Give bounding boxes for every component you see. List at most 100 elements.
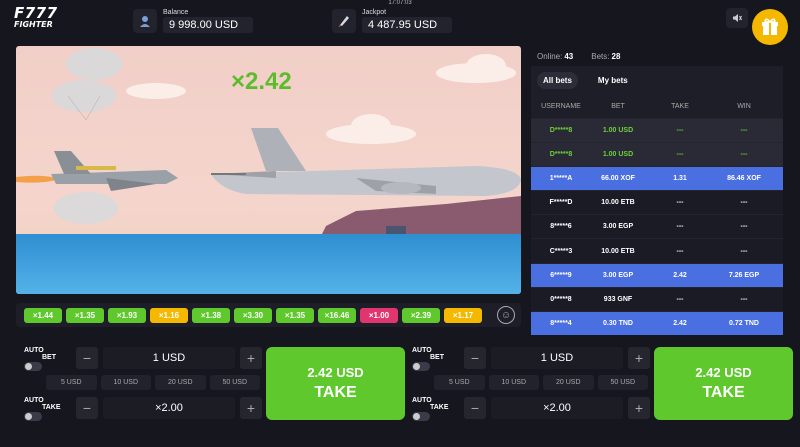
auto-take-toggle[interactable] <box>24 412 42 421</box>
quick-bet-button[interactable]: 20 USD <box>155 375 206 390</box>
cell-take: --- <box>676 247 684 255</box>
cell-user: 8*****4 <box>550 319 572 327</box>
cell-bet: 66.00 XOF <box>601 175 635 183</box>
history-chip: ×1.17 <box>444 307 482 323</box>
online-stat: Online: 43 <box>537 51 574 61</box>
table-row: C*****3 10.00 ETB --- --- <box>531 238 783 263</box>
bets-table-body: D*****8 1.00 USD --- --- D*****8 1.00 USD --- -… <box>531 118 783 335</box>
game-logo: F777 FIGHTER <box>14 4 58 30</box>
table-row: 0*****8 933 GNF --- --- <box>531 286 783 311</box>
take-button[interactable]: 2.42 USD TAKE <box>266 347 405 420</box>
quick-bet-button[interactable]: 10 USD <box>488 375 539 390</box>
bet-panel-1: AUTO BET − 1 USD + 5 USD 10 USD 20 USD 50 U… <box>22 338 405 428</box>
auto-take-toggle[interactable] <box>412 412 430 421</box>
bet-amount-stepper: − 1 USD + <box>76 347 262 369</box>
table-row: 6*****9 3.00 EGP 2.42 7.26 EGP <box>531 262 783 287</box>
take-minus-button[interactable]: − <box>464 397 486 419</box>
bets-tabs: All bets My bets <box>531 66 783 94</box>
jackpot-value: 4 487.95 USD <box>362 17 452 33</box>
bet-amount-field[interactable]: 1 USD <box>491 347 623 369</box>
take-multiplier-field[interactable]: ×2.00 <box>491 397 623 419</box>
sound-icon[interactable] <box>726 8 748 28</box>
auto-bet-toggle[interactable] <box>24 362 42 371</box>
quick-bet-button[interactable]: 10 USD <box>100 375 151 390</box>
cell-win: --- <box>740 247 748 255</box>
table-row: 1*****A 66.00 XOF 1.31 86.46 XOF <box>531 166 783 191</box>
auto-take-label: AUTO <box>24 397 44 404</box>
bet-plus-button[interactable]: + <box>240 347 262 369</box>
quick-bet-row: 5 USD 10 USD 20 USD 50 USD <box>46 375 260 390</box>
cell-bet: 10.00 ETB <box>601 199 635 207</box>
bet-plus-button[interactable]: + <box>628 347 650 369</box>
cell-win: --- <box>740 223 748 231</box>
table-row: D*****8 1.00 USD --- --- <box>531 118 783 143</box>
cell-take: --- <box>676 199 684 207</box>
gift-icon[interactable] <box>752 9 788 45</box>
table-row: D*****8 1.00 USD --- --- <box>531 142 783 167</box>
cell-take: 1.31 <box>673 175 687 183</box>
balance-label: Balance <box>163 9 189 16</box>
cell-user: 1*****A <box>549 175 573 183</box>
cell-user: F*****D <box>549 199 573 207</box>
rocket-icon <box>332 9 356 33</box>
cell-take: --- <box>676 295 684 303</box>
cell-win: 7.26 EGP <box>728 271 760 279</box>
bet-amount-field[interactable]: 1 USD <box>103 347 235 369</box>
bets-table-header: USERNAME BET TAKE WIN <box>531 94 783 118</box>
quick-bet-button[interactable]: 20 USD <box>543 375 594 390</box>
take-multiplier-field[interactable]: ×2.00 <box>103 397 235 419</box>
bet-panel-2: AUTO BET − 1 USD + 5 USD 10 USD 20 USD 50 U… <box>410 338 793 428</box>
take-plus-button[interactable]: + <box>240 397 262 419</box>
table-row: F*****D 10.00 ETB --- --- <box>531 190 783 215</box>
jackpot-label: Jackpot <box>362 9 387 16</box>
bets-stat: Bets: 28 <box>591 51 621 61</box>
bets-sidebar: Online: 43 Bets: 28 All bets My bets USERN… <box>531 46 783 335</box>
cell-user: C*****3 <box>549 247 573 255</box>
quick-bet-button[interactable]: 5 USD <box>46 375 97 390</box>
history-chip: ×1.44 <box>24 307 62 323</box>
current-multiplier: ×2.42 <box>231 68 292 95</box>
take-minus-button[interactable]: − <box>76 397 98 419</box>
logo-line-1: F777 <box>14 4 58 22</box>
bet-minus-button[interactable]: − <box>76 347 98 369</box>
history-chip: ×1.35 <box>66 307 104 323</box>
emoji-icon[interactable]: ☺ <box>497 306 515 324</box>
auto-bet-label: AUTO <box>24 347 44 354</box>
cell-take: 2.42 <box>673 319 687 327</box>
user-icon <box>133 9 157 33</box>
top-bar: 17:07:03 F777 FIGHTER Balance 9 998.00 U… <box>0 0 800 45</box>
take-button[interactable]: 2.42 USD TAKE <box>654 347 793 420</box>
tab-my-bets[interactable]: My bets <box>592 72 634 89</box>
quick-bet-button[interactable]: 5 USD <box>434 375 485 390</box>
quick-bet-button[interactable]: 50 USD <box>209 375 260 390</box>
quick-bet-button[interactable]: 50 USD <box>597 375 648 390</box>
cell-win: --- <box>740 295 748 303</box>
cell-take: --- <box>676 151 684 159</box>
table-row: 8*****6 3.00 EGP --- --- <box>531 214 783 239</box>
sea <box>16 234 521 294</box>
cell-take: 2.42 <box>673 271 687 279</box>
take-label: TAKE <box>42 404 61 411</box>
cell-bet: 1.00 USD <box>602 151 634 159</box>
cell-user: D*****8 <box>549 127 573 135</box>
history-chip: ×3.30 <box>234 307 272 323</box>
cell-bet: 1.00 USD <box>602 127 634 135</box>
take-button-amount: 2.42 USD <box>695 365 752 380</box>
take-label: TAKE <box>430 404 449 411</box>
bet-label: BET <box>42 354 56 361</box>
history-chip: ×1.35 <box>276 307 314 323</box>
clock: 17:07:03 <box>388 0 412 6</box>
auto-bet-toggle[interactable] <box>412 362 430 371</box>
cell-user: 6*****9 <box>550 271 572 279</box>
balance-box: Balance 9 998.00 USD <box>133 8 253 34</box>
bet-minus-button[interactable]: − <box>464 347 486 369</box>
take-plus-button[interactable]: + <box>628 397 650 419</box>
cell-win: 86.46 XOF <box>727 175 761 183</box>
cell-bet: 933 GNF <box>603 295 633 303</box>
cell-win: --- <box>740 127 748 135</box>
history-chip: ×16.46 <box>318 307 356 323</box>
cell-user: 0*****8 <box>550 295 572 303</box>
cell-win: 0.72 TND <box>729 319 759 327</box>
tab-all-bets[interactable]: All bets <box>537 71 578 89</box>
sidebar-stats: Online: 43 Bets: 28 <box>531 46 783 66</box>
